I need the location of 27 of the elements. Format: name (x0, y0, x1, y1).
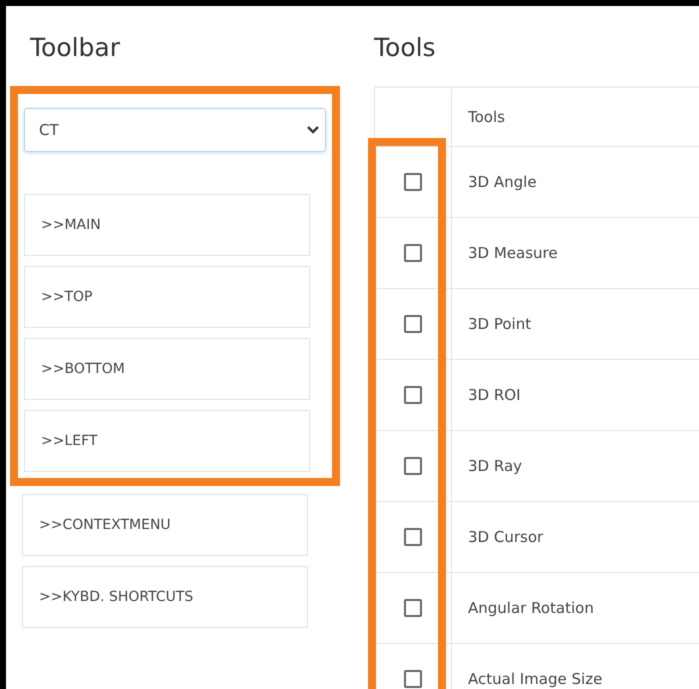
column-header: Tools (467, 107, 505, 128)
toolbar-button[interactable]: >>TOP (24, 266, 310, 328)
checkbox[interactable] (404, 528, 422, 546)
checkbox[interactable] (404, 457, 422, 475)
table-cell-text: 3D Angle (467, 172, 537, 193)
toolbar-button[interactable]: >>KYBD. SHORTCUTS (22, 566, 308, 628)
panel-title: Tools (374, 32, 437, 64)
toolbar-button[interactable]: >>MAIN (24, 194, 310, 256)
panel-title: Toolbar (30, 32, 122, 64)
table-cell-text: Actual Image Size (467, 669, 602, 689)
toolbar-button[interactable]: >>CONTEXTMENU (22, 494, 308, 556)
toolbar-select[interactable]: CT (24, 108, 326, 152)
checkbox[interactable] (404, 599, 422, 617)
checkbox[interactable] (404, 315, 422, 333)
table-cell-text: 3D Measure (467, 243, 558, 264)
checkbox[interactable] (404, 244, 422, 262)
toolbar-button[interactable]: >>LEFT (24, 410, 310, 472)
table-cell-text: 3D Point (467, 314, 532, 335)
table-cell-text: 3D ROI (467, 385, 521, 406)
toolbar-button[interactable]: >>BOTTOM (24, 338, 310, 400)
chevron-down-icon (307, 126, 319, 134)
table-cell-text: Angular Rotation (467, 598, 594, 619)
table-cell-text: 3D Ray (467, 456, 522, 477)
checkbox[interactable] (404, 173, 422, 191)
checkbox[interactable] (404, 670, 422, 688)
checkbox[interactable] (404, 386, 422, 404)
table-cell-text: 3D Cursor (467, 527, 544, 548)
